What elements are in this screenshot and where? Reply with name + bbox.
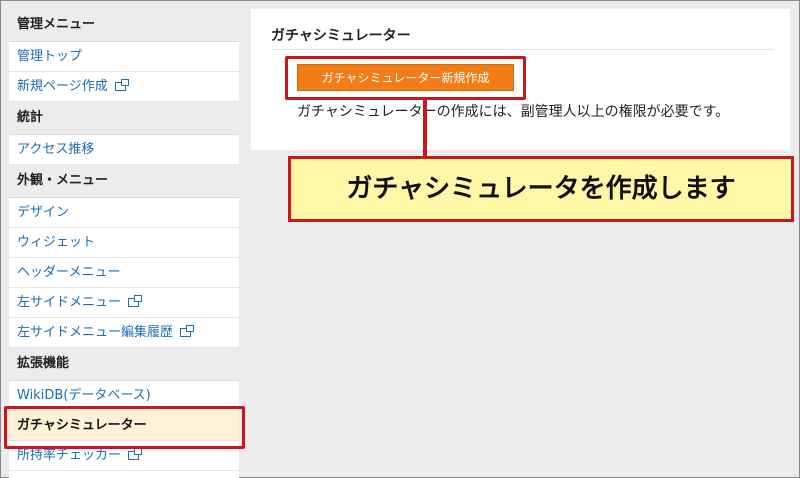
active-item-highlight-box (4, 406, 245, 449)
sidebar-item-left-side-menu-history[interactable]: 左サイドメニュー編集履歴 (9, 318, 239, 348)
section-heading-admin-menu: 管理メニュー (9, 9, 239, 42)
sidebar-item-widget[interactable]: ウィジェット (9, 228, 239, 258)
sidebar-item-label: デザイン (17, 205, 70, 220)
sidebar-item-header-menu[interactable]: ヘッダーメニュー (9, 258, 239, 288)
external-link-icon (180, 325, 195, 337)
permission-notice: ガチャシミュレーターの作成には、副管理人以上の権限が必要です。 (297, 104, 730, 120)
sidebar-item-new-page[interactable]: 新規ページ作成 (9, 72, 239, 102)
sidebar-item-left-side-menu[interactable]: 左サイドメニュー (9, 288, 239, 318)
sidebar-item-label: アクセス推移 (17, 142, 95, 157)
sidebar-item-label: 新規ページ作成 (17, 79, 108, 94)
button-highlight-box (285, 56, 526, 100)
sidebar-item-admin-top[interactable]: 管理トップ (9, 42, 239, 72)
sidebar-item-access-trend[interactable]: アクセス推移 (9, 135, 239, 165)
sidebar-item-label: ウィジェット (17, 235, 96, 250)
callout-connector-line (423, 98, 427, 156)
section-heading-extensions: 拡張機能 (9, 348, 239, 381)
section-heading-stats: 統計 (9, 102, 239, 135)
sidebar-item-design[interactable]: デザイン (9, 198, 239, 228)
external-link-icon (114, 79, 129, 91)
sidebar-item-label: 所持率チェッカー (17, 448, 122, 463)
sidebar-item-label: 左サイドメニュー編集履歴 (17, 325, 174, 340)
annotation-callout: ガチャシミュレータを作成します (288, 156, 794, 222)
sidebar-item-label: ヘッダーメニュー (17, 265, 121, 280)
section-heading-appearance: 外観・メニュー (9, 165, 239, 198)
title-divider (271, 49, 774, 50)
external-link-icon (128, 448, 143, 460)
sidebar-item-label: 管理トップ (17, 49, 83, 64)
sidebar-item-label: WikiDB(データベース) (17, 388, 151, 403)
page-title: ガチャシミュレーター (271, 28, 411, 44)
external-link-icon (128, 295, 143, 307)
sidebar-item-label: 左サイドメニュー (17, 295, 122, 310)
